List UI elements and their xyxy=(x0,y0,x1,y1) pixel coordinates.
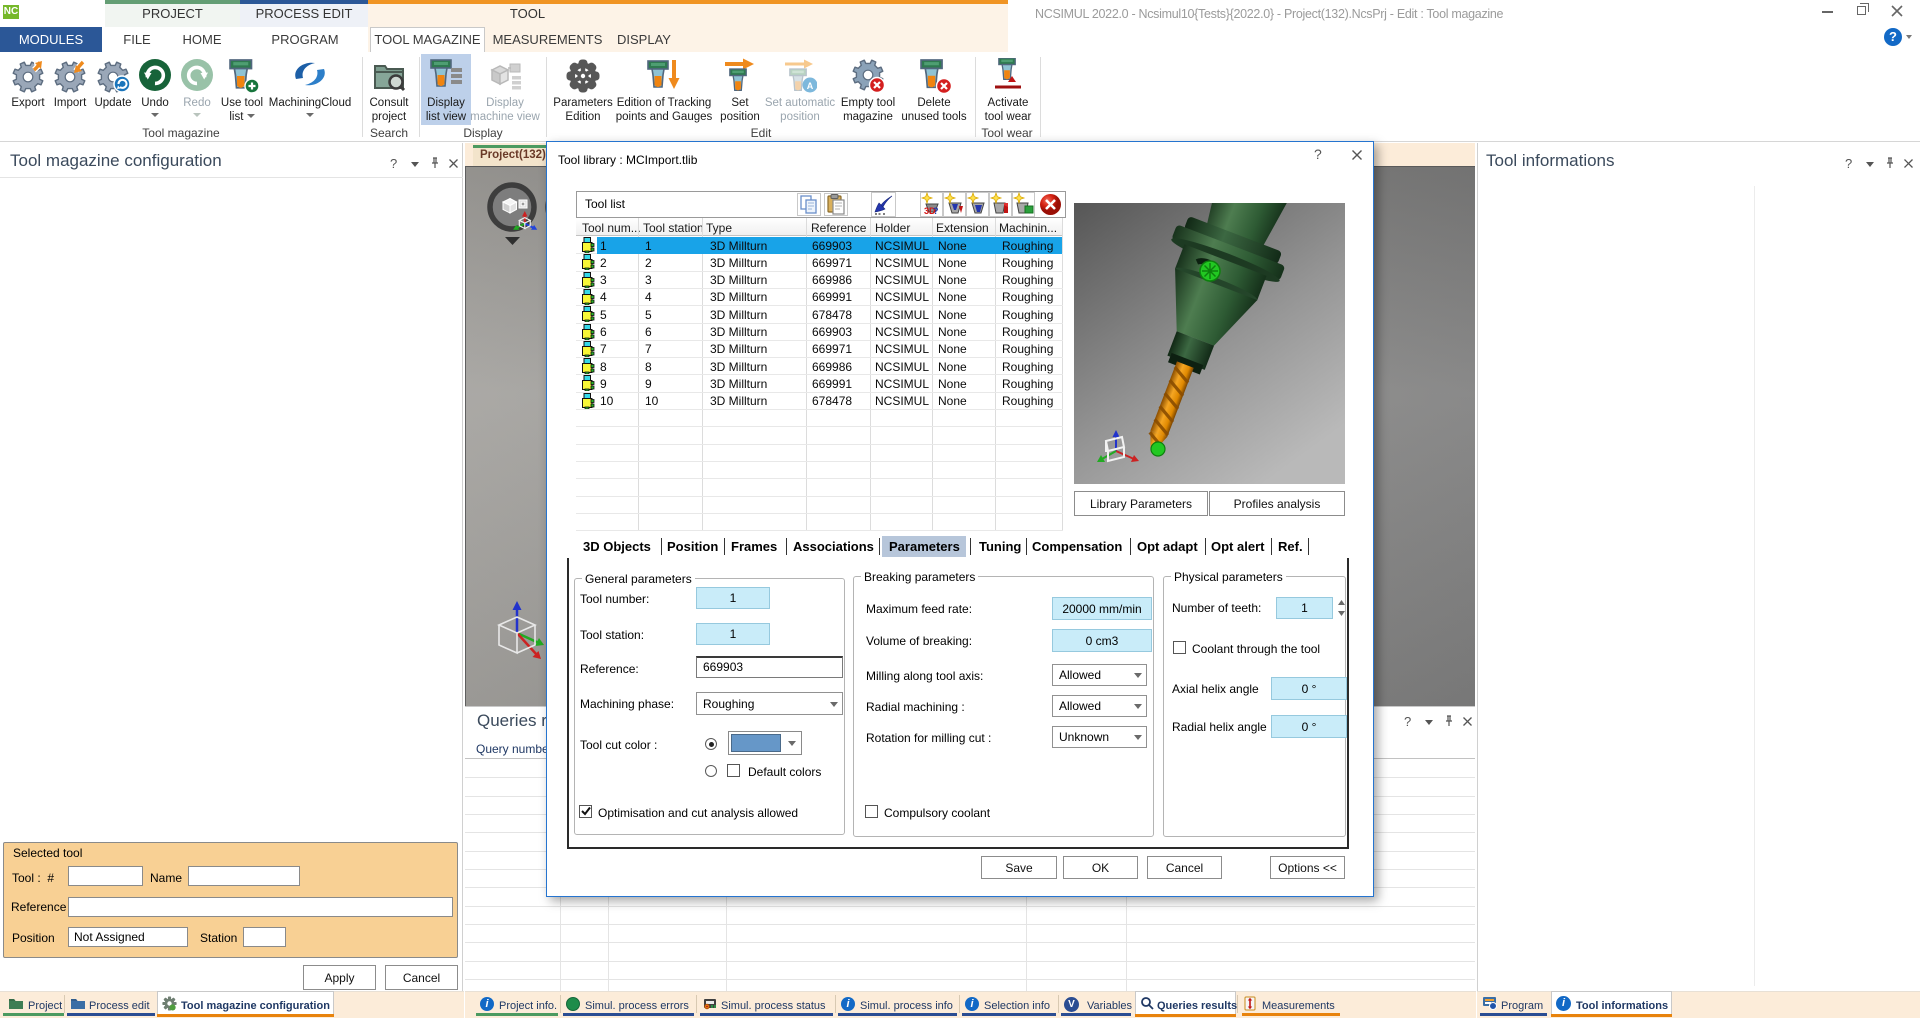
svg-text:?: ? xyxy=(933,206,939,216)
svg-text:A: A xyxy=(807,81,814,91)
